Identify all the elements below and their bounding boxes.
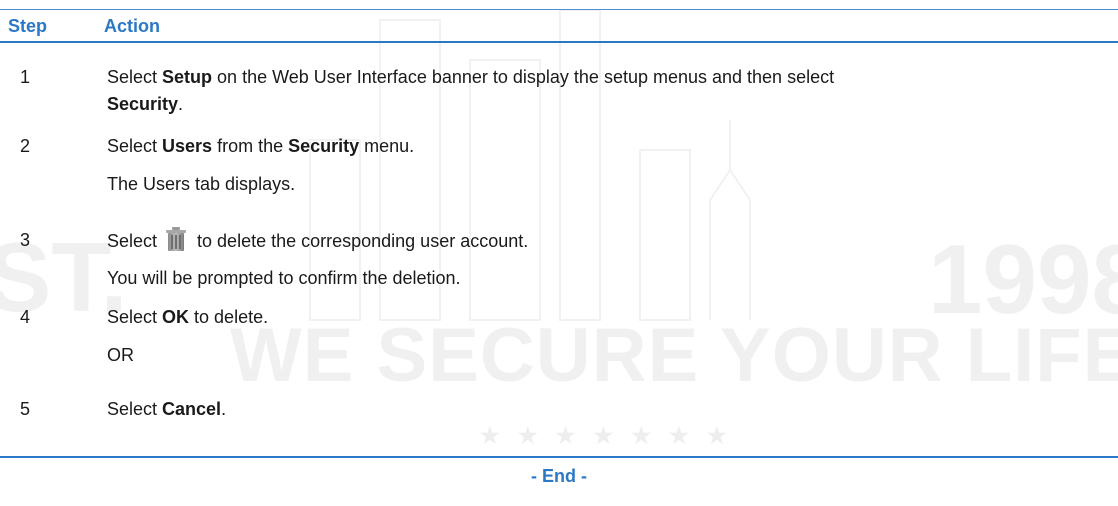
step-note-text: The Users tab displays. (107, 174, 296, 194)
header-action: Action (104, 16, 160, 36)
step-bold-term: Cancel (162, 399, 222, 419)
step-number: 3 (20, 230, 31, 250)
step-text-part: Select (107, 399, 163, 419)
step-text-part: menu. (359, 136, 415, 156)
step-number: 2 (20, 136, 31, 156)
step-text-part: to delete the corresponding user account… (197, 231, 529, 251)
step-text-part: Select (107, 136, 163, 156)
step-text-part: Select (107, 231, 158, 251)
procedure-table: Step Action 1 Select Setup on the Web Us… (0, 0, 1118, 506)
step-text-part: . (178, 94, 184, 114)
header-bottom-rule (0, 41, 1118, 43)
end-label: - End - (531, 466, 587, 486)
step-number: 1 (20, 67, 31, 87)
end-rule (0, 456, 1118, 458)
step-text: Select OK to delete. (107, 304, 1112, 331)
step-text-part: Select (107, 67, 163, 87)
step-number: 4 (20, 307, 31, 327)
step-note-text: You will be prompted to confirm the dele… (107, 268, 461, 288)
step-text-part: Select (107, 307, 163, 327)
step-bold-term: OK (162, 307, 190, 327)
header-top-rule (0, 9, 1118, 10)
step-text-part: . (221, 399, 227, 419)
step-text: Select Users from the Security menu. (107, 133, 1112, 160)
step-text: Select to delete the corresponding user … (107, 227, 1112, 255)
header-step: Step (8, 16, 48, 36)
step-text-part: on the Web User Interface banner to disp… (212, 67, 835, 87)
step-text-part: to delete. (189, 307, 269, 327)
step-bold-term: Users (162, 136, 213, 156)
step-number: 5 (20, 399, 31, 419)
step-bold-term: Security (107, 94, 179, 114)
step-text: Select Cancel. (107, 396, 1112, 423)
step-bold-term: Security (288, 136, 360, 156)
step-text-part: from the (212, 136, 289, 156)
step-bold-term: Setup (162, 67, 213, 87)
trash-icon (165, 227, 187, 251)
step-text: Select Setup on the Web User Interface b… (107, 64, 1112, 118)
step-note-text: OR (107, 345, 134, 365)
